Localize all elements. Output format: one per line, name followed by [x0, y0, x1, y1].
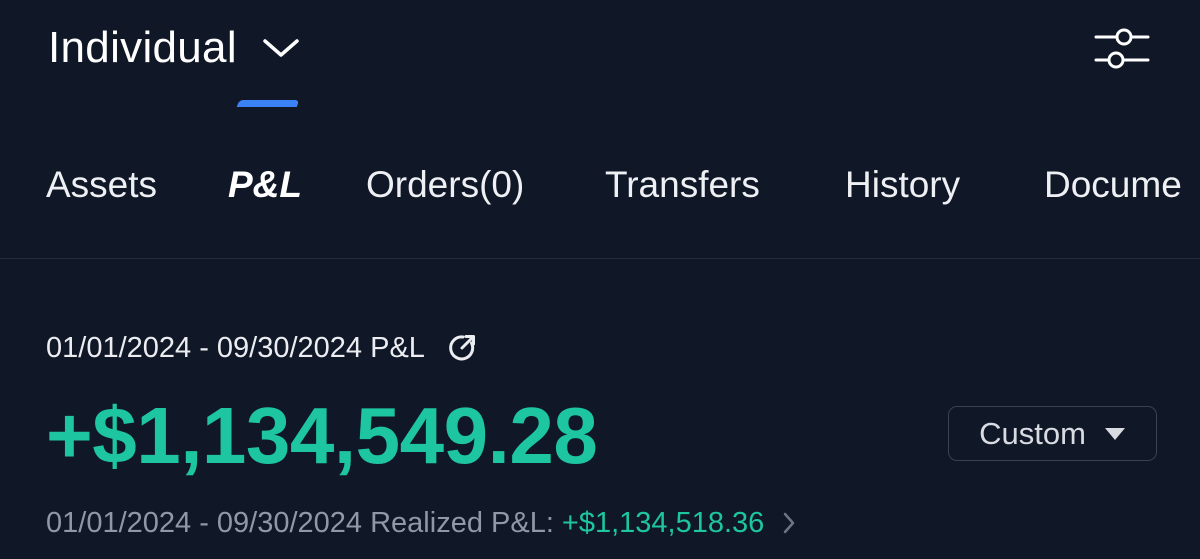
pnl-range-label: 01/01/2024 - 09/30/2024 P&L	[46, 332, 425, 364]
realized-pnl-label: 01/01/2024 - 09/30/2024 Realized P&L:	[46, 507, 554, 539]
share-icon[interactable]	[447, 332, 479, 364]
pnl-range-row: 01/01/2024 - 09/30/2024 P&L	[46, 330, 479, 366]
date-range-select-value: Custom	[979, 415, 1086, 451]
active-tab-indicator	[236, 100, 300, 107]
account-title: Individual	[48, 23, 237, 72]
header: Individual	[0, 0, 1200, 100]
realized-pnl-value: +$1,134,518.36	[561, 507, 765, 539]
tab-bar: Assets P&L Orders(0) Transfers History D…	[0, 150, 1200, 260]
account-switcher[interactable]: Individual	[48, 22, 301, 74]
tab-transfers[interactable]: Transfers	[605, 162, 760, 208]
tab-orders[interactable]: Orders(0)	[366, 162, 524, 208]
pnl-screen: Individual Assets P&L Orders(0) Transfer…	[0, 0, 1200, 559]
tab-pnl[interactable]: P&L	[228, 162, 302, 208]
tab-history[interactable]: History	[845, 162, 960, 208]
caret-down-icon	[1104, 427, 1125, 440]
chevron-down-icon	[263, 39, 299, 57]
tab-assets[interactable]: Assets	[46, 162, 157, 208]
date-range-select[interactable]: Custom	[948, 406, 1157, 461]
sliders-icon[interactable]	[1090, 20, 1154, 76]
realized-pnl-row[interactable]: 01/01/2024 - 09/30/2024 Realized P&L: +$…	[46, 505, 796, 541]
tab-documents[interactable]: Docume	[1044, 162, 1182, 208]
tab-divider	[0, 258, 1200, 259]
pnl-total-value: +$1,134,549.28	[46, 391, 598, 480]
chevron-right-icon	[784, 512, 795, 534]
